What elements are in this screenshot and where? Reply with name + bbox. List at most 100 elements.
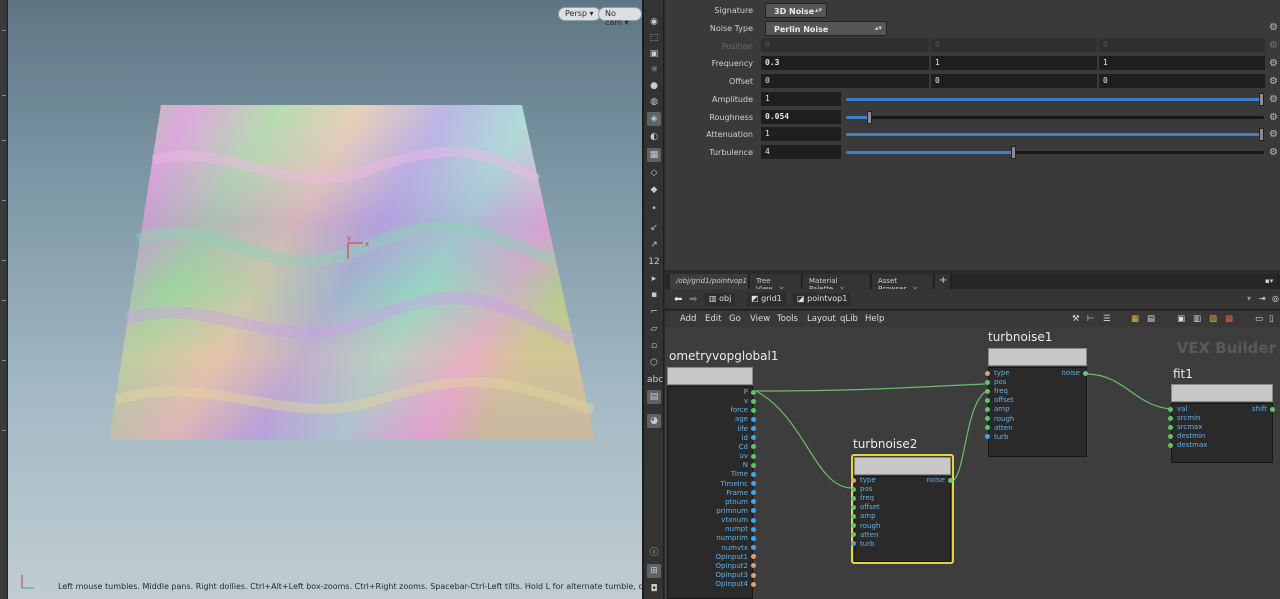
- lock-icon[interactable]: ▣: [647, 47, 661, 61]
- wireframe-icon[interactable]: ▦: [647, 148, 661, 162]
- frequency-x-field[interactable]: 0.3: [761, 56, 929, 70]
- global-output-port[interactable]: uv: [667, 452, 756, 460]
- turbnoise2-output-port[interactable]: noise: [854, 476, 953, 484]
- turbnoise2-input-port[interactable]: atten: [851, 531, 879, 539]
- attenuation-gear-icon[interactable]: ⚙: [1269, 129, 1278, 140]
- global-node-header[interactable]: [667, 367, 753, 385]
- path-vop-crumb[interactable]: ◪ pointvop1: [793, 293, 852, 306]
- global-output-port[interactable]: primnum: [667, 507, 756, 515]
- roughness-gear-icon[interactable]: ⚙: [1269, 112, 1278, 123]
- path-obj-crumb[interactable]: ▥ obj: [705, 293, 736, 306]
- hull-icon[interactable]: ⬡: [647, 356, 661, 370]
- screen-icon[interactable]: ▭: [1255, 314, 1263, 324]
- turbnoise1-input-port[interactable]: atten: [985, 424, 1013, 432]
- turbnoise2-input-port[interactable]: rough: [851, 522, 880, 530]
- lighting-icon[interactable]: ◕: [647, 414, 661, 428]
- face-icon[interactable]: ▱: [647, 322, 661, 336]
- global-output-port[interactable]: OpInput3: [667, 571, 756, 579]
- sphere-icon[interactable]: ●: [647, 79, 661, 93]
- attenuation-slider[interactable]: [846, 128, 1264, 141]
- turbnoise2-input-port[interactable]: offset: [851, 503, 880, 511]
- pane-menu-icon[interactable]: ▪▾: [1259, 274, 1279, 289]
- global-output-port[interactable]: Time: [667, 470, 756, 478]
- tree-icon[interactable]: ⊢: [1087, 314, 1094, 324]
- global-output-port[interactable]: numprim: [667, 534, 756, 542]
- visibility-icon[interactable]: ◇: [647, 166, 661, 180]
- roughness-field[interactable]: 0.054: [761, 110, 841, 124]
- global-output-port[interactable]: life: [667, 425, 756, 433]
- turbnoise2-input-port[interactable]: amp: [851, 512, 876, 520]
- eye-icon[interactable]: ◉: [647, 15, 661, 29]
- layout-icon[interactable]: ⊞: [647, 564, 661, 578]
- strip-tick[interactable]: [2, 430, 6, 431]
- strip-tick[interactable]: [2, 300, 6, 301]
- fit1-input-port[interactable]: destmax: [1168, 441, 1207, 449]
- strip-tick[interactable]: [2, 200, 6, 201]
- noise-type-dropdown[interactable]: Perlin Noise ▴▾: [765, 21, 887, 36]
- menu-add[interactable]: Add: [680, 314, 696, 324]
- offset-z-field[interactable]: 0: [1099, 74, 1265, 88]
- list-icon[interactable]: ☰: [1103, 314, 1111, 324]
- path-dropdown-icon[interactable]: ▾: [1243, 293, 1255, 306]
- ghost-icon[interactable]: ◆: [647, 183, 661, 197]
- back-arrow-icon[interactable]: ⬅: [670, 293, 686, 306]
- global-node-title[interactable]: ometryvopglobal1: [669, 349, 778, 363]
- global-output-port[interactable]: vtxnum: [667, 516, 756, 524]
- amplitude-slider[interactable]: [846, 93, 1264, 106]
- light-icon[interactable]: ☼: [647, 63, 661, 77]
- global-output-port[interactable]: OpInput1: [667, 553, 756, 561]
- strip-tick[interactable]: [2, 140, 6, 141]
- menu-help[interactable]: Help: [865, 314, 884, 324]
- amplitude-field[interactable]: 1: [761, 92, 841, 106]
- global-output-port[interactable]: Frame: [667, 489, 756, 497]
- turbnoise1-input-port[interactable]: pos: [985, 378, 1006, 386]
- turbnoise2-header[interactable]: [854, 457, 951, 475]
- tab-tree-view[interactable]: Tree View×: [750, 274, 802, 293]
- bulb-icon[interactable]: ◍: [647, 95, 661, 109]
- amplitude-gear-icon[interactable]: ⚙: [1269, 94, 1278, 105]
- shading-icon[interactable]: ◐: [647, 130, 661, 144]
- snapshot-icon[interactable]: ◘: [647, 582, 661, 596]
- edge-icon[interactable]: ⌐: [647, 305, 661, 319]
- turbnoise1-title[interactable]: turbnoise1: [988, 330, 1052, 344]
- global-output-port[interactable]: ptnum: [667, 498, 756, 506]
- global-output-port[interactable]: force: [667, 406, 756, 414]
- frequency-y-field[interactable]: 1: [931, 56, 1097, 70]
- strip-tick[interactable]: [2, 30, 6, 31]
- global-output-port[interactable]: OpInput2: [667, 562, 756, 570]
- fit1-input-port[interactable]: destmin: [1168, 432, 1205, 440]
- number-display-icon[interactable]: 12: [647, 255, 661, 269]
- snap-icon[interactable]: ⬚: [647, 31, 661, 45]
- global-output-port[interactable]: id: [667, 434, 756, 442]
- global-output-port[interactable]: OpInput4: [667, 580, 756, 588]
- menu-edit[interactable]: Edit: [705, 314, 721, 324]
- fit1-output-port[interactable]: shift: [1171, 405, 1275, 413]
- network-box-icon[interactable]: ▩: [1225, 314, 1233, 324]
- image-icon[interactable]: ▣: [1177, 314, 1185, 324]
- global-output-port[interactable]: N: [667, 461, 756, 469]
- tab-pointvop1[interactable]: /obj/grid1/pointvop1×: [670, 274, 759, 289]
- menu-view[interactable]: View: [750, 314, 770, 324]
- menu-go[interactable]: Go: [729, 314, 741, 324]
- strip-tick[interactable]: [2, 260, 6, 261]
- roughness-slider[interactable]: [846, 111, 1264, 124]
- fit1-input-port[interactable]: srcmax: [1168, 423, 1202, 431]
- network-editor[interactable]: VEX Builder ometryvopglobal1 turbnoise1 …: [665, 327, 1280, 599]
- frequency-z-field[interactable]: 1: [1099, 56, 1265, 70]
- turbnoise1-input-port[interactable]: amp: [985, 405, 1010, 413]
- turbnoise1-header[interactable]: [988, 348, 1087, 366]
- sticky-note-icon[interactable]: ▨: [1209, 314, 1217, 324]
- offset-gear-icon[interactable]: ⚙: [1269, 76, 1278, 87]
- add-tab-button[interactable]: +: [935, 274, 951, 289]
- turbnoise2-input-port[interactable]: freq: [851, 494, 874, 502]
- offset-x-field[interactable]: 0: [761, 74, 929, 88]
- info-icon[interactable]: ⓘ: [647, 546, 661, 560]
- grid-view-icon[interactable]: ▦: [1131, 314, 1139, 324]
- prim-icon[interactable]: ▪: [647, 288, 661, 302]
- signature-dropdown[interactable]: 3D Noise ▴▾: [765, 3, 827, 18]
- fit1-input-port[interactable]: srcmin: [1168, 414, 1200, 422]
- fit1-header[interactable]: [1171, 384, 1273, 402]
- text-display-icon[interactable]: abc: [647, 373, 663, 387]
- vector-icon[interactable]: ↗: [647, 238, 661, 252]
- global-output-port[interactable]: numpt: [667, 525, 756, 533]
